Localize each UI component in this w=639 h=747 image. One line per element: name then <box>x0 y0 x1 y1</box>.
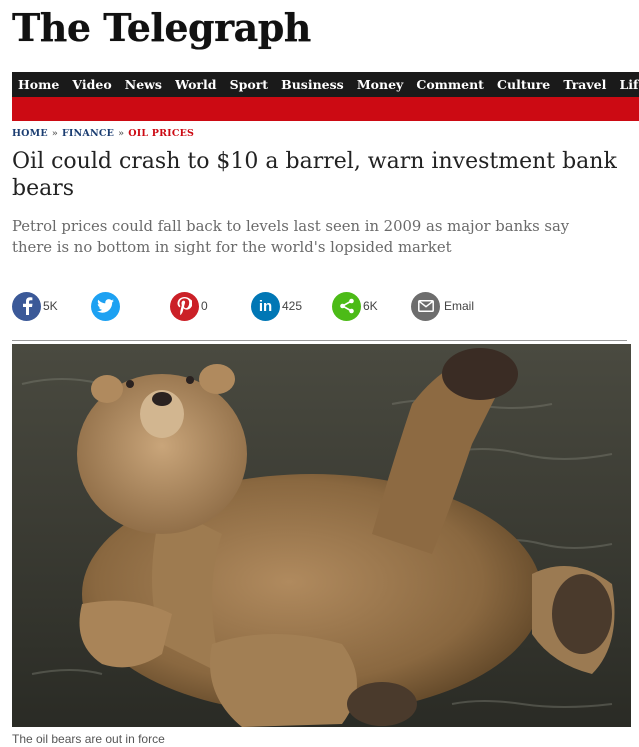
nav-item-culture[interactable]: Culture <box>497 72 550 97</box>
linkedin-share-count: 425 <box>282 299 303 313</box>
nav-item-home[interactable]: Home <box>18 72 59 97</box>
divider <box>12 340 627 341</box>
nav-item-comment[interactable]: Comment <box>416 72 484 97</box>
facebook-icon <box>12 291 41 321</box>
bear-photo-illustration <box>12 344 631 727</box>
breadcrumb-separator: » <box>118 128 125 139</box>
share-facebook-button[interactable]: 5K <box>12 290 58 322</box>
article-headline: Oil could crash to $10 a barrel, warn in… <box>12 149 617 201</box>
email-icon <box>411 291 440 321</box>
pinterest-icon <box>170 291 199 321</box>
nav-item-world[interactable]: World <box>175 72 216 97</box>
share-generic-button[interactable]: 6K <box>332 290 378 322</box>
share-linkedin-button[interactable]: in 425 <box>251 290 302 322</box>
breadcrumb: HOME» FINANCE» OIL PRICES <box>12 128 194 139</box>
share-twitter-button[interactable] <box>91 290 120 322</box>
article-standfirst: Petrol prices could fall back to levels … <box>12 218 570 256</box>
breadcrumb-oil-prices[interactable]: OIL PRICES <box>128 128 194 139</box>
twitter-icon <box>91 291 120 321</box>
facebook-share-count: 5K <box>43 299 58 313</box>
share-email-button[interactable]: Email <box>411 290 474 322</box>
nav-item-news[interactable]: News <box>125 72 162 97</box>
section-subnav-bar <box>12 97 639 121</box>
nav-item-life[interactable]: Life <box>619 72 639 97</box>
linkedin-icon: in <box>251 291 280 321</box>
email-label: Email <box>444 299 475 313</box>
breadcrumb-separator: » <box>51 128 58 139</box>
breadcrumb-home[interactable]: HOME <box>12 128 48 139</box>
site-logo[interactable]: The Telegraph <box>12 2 311 54</box>
article-main-image <box>12 344 631 727</box>
image-caption: The oil bears are out in force <box>12 732 165 746</box>
nav-item-sport[interactable]: Sport <box>230 72 268 97</box>
generic-share-count: 6K <box>363 299 378 313</box>
share-icon <box>332 291 361 321</box>
nav-item-video[interactable]: Video <box>72 72 111 97</box>
nav-item-business[interactable]: Business <box>281 72 344 97</box>
breadcrumb-finance[interactable]: FINANCE <box>62 128 114 139</box>
nav-item-money[interactable]: Money <box>357 72 403 97</box>
pinterest-share-count: 0 <box>201 299 208 313</box>
nav-item-travel[interactable]: Travel <box>563 72 606 97</box>
main-nav: Home Video News World Sport Business Mon… <box>12 72 639 97</box>
share-bar: 5K 0 in 425 6K Email <box>12 290 632 322</box>
share-pinterest-button[interactable]: 0 <box>170 290 208 322</box>
